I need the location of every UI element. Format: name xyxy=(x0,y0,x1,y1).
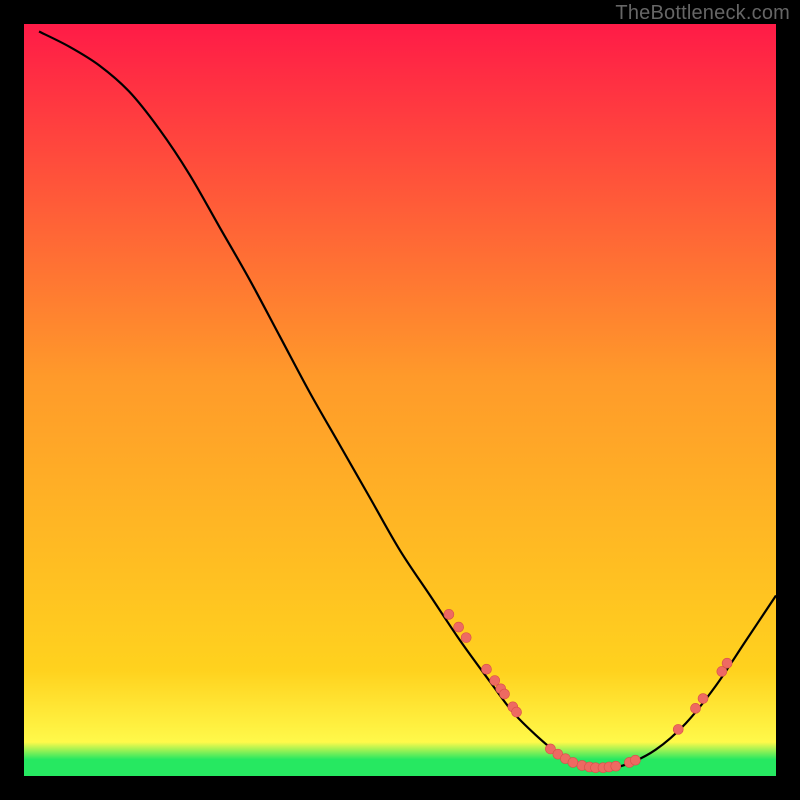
watermark-text: TheBottleneck.com xyxy=(615,2,790,25)
data-point xyxy=(722,658,732,668)
data-point xyxy=(512,707,522,717)
data-point xyxy=(461,633,471,643)
data-point xyxy=(611,761,621,771)
data-point xyxy=(691,703,701,713)
data-point xyxy=(630,755,640,765)
gradient-background xyxy=(24,24,776,776)
data-point xyxy=(568,757,578,767)
data-point xyxy=(698,694,708,704)
data-point xyxy=(481,664,491,674)
data-point xyxy=(490,675,500,685)
bottleneck-chart xyxy=(24,24,776,776)
data-point xyxy=(673,724,683,734)
data-point xyxy=(454,622,464,632)
data-point xyxy=(500,689,510,699)
plot-frame xyxy=(24,24,776,776)
data-point xyxy=(444,609,454,619)
